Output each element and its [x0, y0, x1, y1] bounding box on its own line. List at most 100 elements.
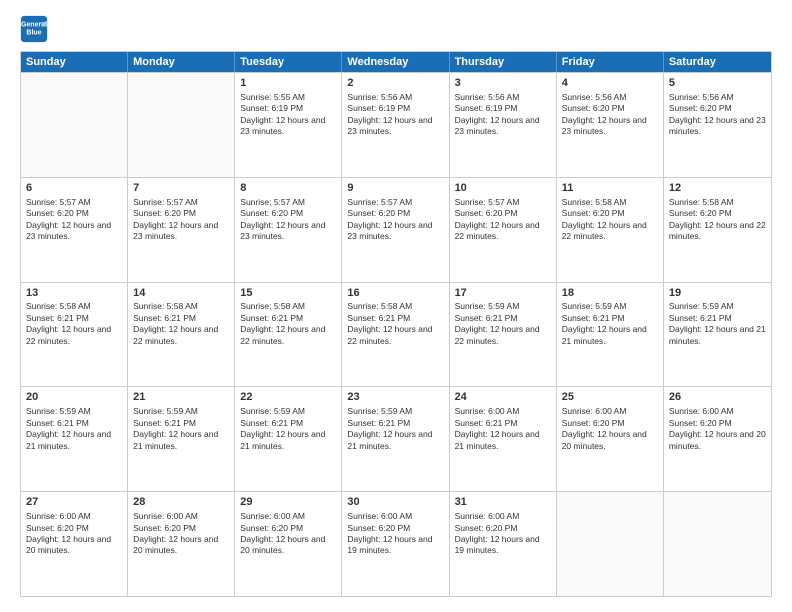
cal-cell: 31Sunrise: 6:00 AM Sunset: 6:20 PM Dayli…	[450, 492, 557, 596]
cal-cell: 17Sunrise: 5:59 AM Sunset: 6:21 PM Dayli…	[450, 283, 557, 387]
cal-cell: 29Sunrise: 6:00 AM Sunset: 6:20 PM Dayli…	[235, 492, 342, 596]
cal-cell: 12Sunrise: 5:58 AM Sunset: 6:20 PM Dayli…	[664, 178, 771, 282]
cal-cell	[557, 492, 664, 596]
cal-cell: 11Sunrise: 5:58 AM Sunset: 6:20 PM Dayli…	[557, 178, 664, 282]
week-row-4: 20Sunrise: 5:59 AM Sunset: 6:21 PM Dayli…	[21, 386, 771, 491]
day-info: Sunrise: 5:59 AM Sunset: 6:21 PM Dayligh…	[347, 406, 432, 450]
header: General Blue	[20, 15, 772, 43]
cal-cell: 27Sunrise: 6:00 AM Sunset: 6:20 PM Dayli…	[21, 492, 128, 596]
day-number: 25	[562, 390, 658, 405]
day-info: Sunrise: 5:57 AM Sunset: 6:20 PM Dayligh…	[133, 197, 218, 241]
day-info: Sunrise: 5:58 AM Sunset: 6:21 PM Dayligh…	[26, 301, 111, 345]
day-number: 18	[562, 286, 658, 301]
day-number: 20	[26, 390, 122, 405]
day-info: Sunrise: 5:59 AM Sunset: 6:21 PM Dayligh…	[669, 301, 766, 345]
day-info: Sunrise: 5:58 AM Sunset: 6:20 PM Dayligh…	[669, 197, 766, 241]
header-day-thursday: Thursday	[450, 52, 557, 72]
day-info: Sunrise: 5:55 AM Sunset: 6:19 PM Dayligh…	[240, 92, 325, 136]
day-info: Sunrise: 5:56 AM Sunset: 6:19 PM Dayligh…	[347, 92, 432, 136]
day-info: Sunrise: 5:59 AM Sunset: 6:21 PM Dayligh…	[26, 406, 111, 450]
cal-cell: 23Sunrise: 5:59 AM Sunset: 6:21 PM Dayli…	[342, 387, 449, 491]
day-info: Sunrise: 5:59 AM Sunset: 6:21 PM Dayligh…	[240, 406, 325, 450]
calendar: SundayMondayTuesdayWednesdayThursdayFrid…	[20, 51, 772, 597]
day-number: 23	[347, 390, 443, 405]
week-row-3: 13Sunrise: 5:58 AM Sunset: 6:21 PM Dayli…	[21, 282, 771, 387]
cal-cell: 6Sunrise: 5:57 AM Sunset: 6:20 PM Daylig…	[21, 178, 128, 282]
day-info: Sunrise: 5:56 AM Sunset: 6:20 PM Dayligh…	[562, 92, 647, 136]
day-info: Sunrise: 6:00 AM Sunset: 6:20 PM Dayligh…	[26, 511, 111, 555]
cal-cell: 7Sunrise: 5:57 AM Sunset: 6:20 PM Daylig…	[128, 178, 235, 282]
cal-cell: 1Sunrise: 5:55 AM Sunset: 6:19 PM Daylig…	[235, 73, 342, 177]
header-day-sunday: Sunday	[21, 52, 128, 72]
day-info: Sunrise: 5:57 AM Sunset: 6:20 PM Dayligh…	[240, 197, 325, 241]
day-info: Sunrise: 6:00 AM Sunset: 6:20 PM Dayligh…	[347, 511, 432, 555]
calendar-body: 1Sunrise: 5:55 AM Sunset: 6:19 PM Daylig…	[21, 72, 771, 596]
day-info: Sunrise: 6:00 AM Sunset: 6:20 PM Dayligh…	[240, 511, 325, 555]
day-number: 7	[133, 181, 229, 196]
cal-cell: 13Sunrise: 5:58 AM Sunset: 6:21 PM Dayli…	[21, 283, 128, 387]
day-number: 16	[347, 286, 443, 301]
calendar-header: SundayMondayTuesdayWednesdayThursdayFrid…	[21, 52, 771, 72]
day-info: Sunrise: 5:57 AM Sunset: 6:20 PM Dayligh…	[347, 197, 432, 241]
day-number: 21	[133, 390, 229, 405]
page: General Blue SundayMondayTuesdayWednesda…	[0, 0, 792, 612]
day-number: 12	[669, 181, 766, 196]
day-info: Sunrise: 5:59 AM Sunset: 6:21 PM Dayligh…	[133, 406, 218, 450]
cal-cell: 21Sunrise: 5:59 AM Sunset: 6:21 PM Dayli…	[128, 387, 235, 491]
day-number: 6	[26, 181, 122, 196]
cal-cell: 3Sunrise: 5:56 AM Sunset: 6:19 PM Daylig…	[450, 73, 557, 177]
header-day-monday: Monday	[128, 52, 235, 72]
day-info: Sunrise: 5:57 AM Sunset: 6:20 PM Dayligh…	[455, 197, 540, 241]
day-number: 9	[347, 181, 443, 196]
cal-cell: 14Sunrise: 5:58 AM Sunset: 6:21 PM Dayli…	[128, 283, 235, 387]
day-number: 24	[455, 390, 551, 405]
day-info: Sunrise: 5:57 AM Sunset: 6:20 PM Dayligh…	[26, 197, 111, 241]
day-number: 1	[240, 76, 336, 91]
cal-cell	[21, 73, 128, 177]
cal-cell: 18Sunrise: 5:59 AM Sunset: 6:21 PM Dayli…	[557, 283, 664, 387]
day-number: 13	[26, 286, 122, 301]
week-row-1: 1Sunrise: 5:55 AM Sunset: 6:19 PM Daylig…	[21, 72, 771, 177]
day-info: Sunrise: 6:00 AM Sunset: 6:21 PM Dayligh…	[455, 406, 540, 450]
cal-cell	[664, 492, 771, 596]
header-day-saturday: Saturday	[664, 52, 771, 72]
day-number: 2	[347, 76, 443, 91]
cal-cell: 24Sunrise: 6:00 AM Sunset: 6:21 PM Dayli…	[450, 387, 557, 491]
day-info: Sunrise: 5:56 AM Sunset: 6:20 PM Dayligh…	[669, 92, 766, 136]
cal-cell: 10Sunrise: 5:57 AM Sunset: 6:20 PM Dayli…	[450, 178, 557, 282]
day-number: 10	[455, 181, 551, 196]
header-day-friday: Friday	[557, 52, 664, 72]
cal-cell: 4Sunrise: 5:56 AM Sunset: 6:20 PM Daylig…	[557, 73, 664, 177]
day-number: 17	[455, 286, 551, 301]
day-info: Sunrise: 5:58 AM Sunset: 6:21 PM Dayligh…	[347, 301, 432, 345]
day-info: Sunrise: 6:00 AM Sunset: 6:20 PM Dayligh…	[455, 511, 540, 555]
day-number: 4	[562, 76, 658, 91]
cal-cell: 2Sunrise: 5:56 AM Sunset: 6:19 PM Daylig…	[342, 73, 449, 177]
cal-cell: 19Sunrise: 5:59 AM Sunset: 6:21 PM Dayli…	[664, 283, 771, 387]
day-info: Sunrise: 5:59 AM Sunset: 6:21 PM Dayligh…	[455, 301, 540, 345]
cal-cell: 15Sunrise: 5:58 AM Sunset: 6:21 PM Dayli…	[235, 283, 342, 387]
svg-text:Blue: Blue	[26, 29, 41, 36]
day-number: 11	[562, 181, 658, 196]
cal-cell: 26Sunrise: 6:00 AM Sunset: 6:20 PM Dayli…	[664, 387, 771, 491]
day-number: 31	[455, 495, 551, 510]
day-info: Sunrise: 6:00 AM Sunset: 6:20 PM Dayligh…	[562, 406, 647, 450]
day-number: 27	[26, 495, 122, 510]
week-row-5: 27Sunrise: 6:00 AM Sunset: 6:20 PM Dayli…	[21, 491, 771, 596]
day-number: 30	[347, 495, 443, 510]
cal-cell: 20Sunrise: 5:59 AM Sunset: 6:21 PM Dayli…	[21, 387, 128, 491]
day-number: 14	[133, 286, 229, 301]
logo-icon: General Blue	[20, 15, 48, 43]
logo: General Blue	[20, 15, 52, 43]
cal-cell	[128, 73, 235, 177]
week-row-2: 6Sunrise: 5:57 AM Sunset: 6:20 PM Daylig…	[21, 177, 771, 282]
day-info: Sunrise: 5:58 AM Sunset: 6:21 PM Dayligh…	[240, 301, 325, 345]
header-day-tuesday: Tuesday	[235, 52, 342, 72]
day-info: Sunrise: 5:56 AM Sunset: 6:19 PM Dayligh…	[455, 92, 540, 136]
day-info: Sunrise: 5:58 AM Sunset: 6:21 PM Dayligh…	[133, 301, 218, 345]
cal-cell: 9Sunrise: 5:57 AM Sunset: 6:20 PM Daylig…	[342, 178, 449, 282]
cal-cell: 25Sunrise: 6:00 AM Sunset: 6:20 PM Dayli…	[557, 387, 664, 491]
day-info: Sunrise: 5:59 AM Sunset: 6:21 PM Dayligh…	[562, 301, 647, 345]
day-number: 22	[240, 390, 336, 405]
day-number: 29	[240, 495, 336, 510]
